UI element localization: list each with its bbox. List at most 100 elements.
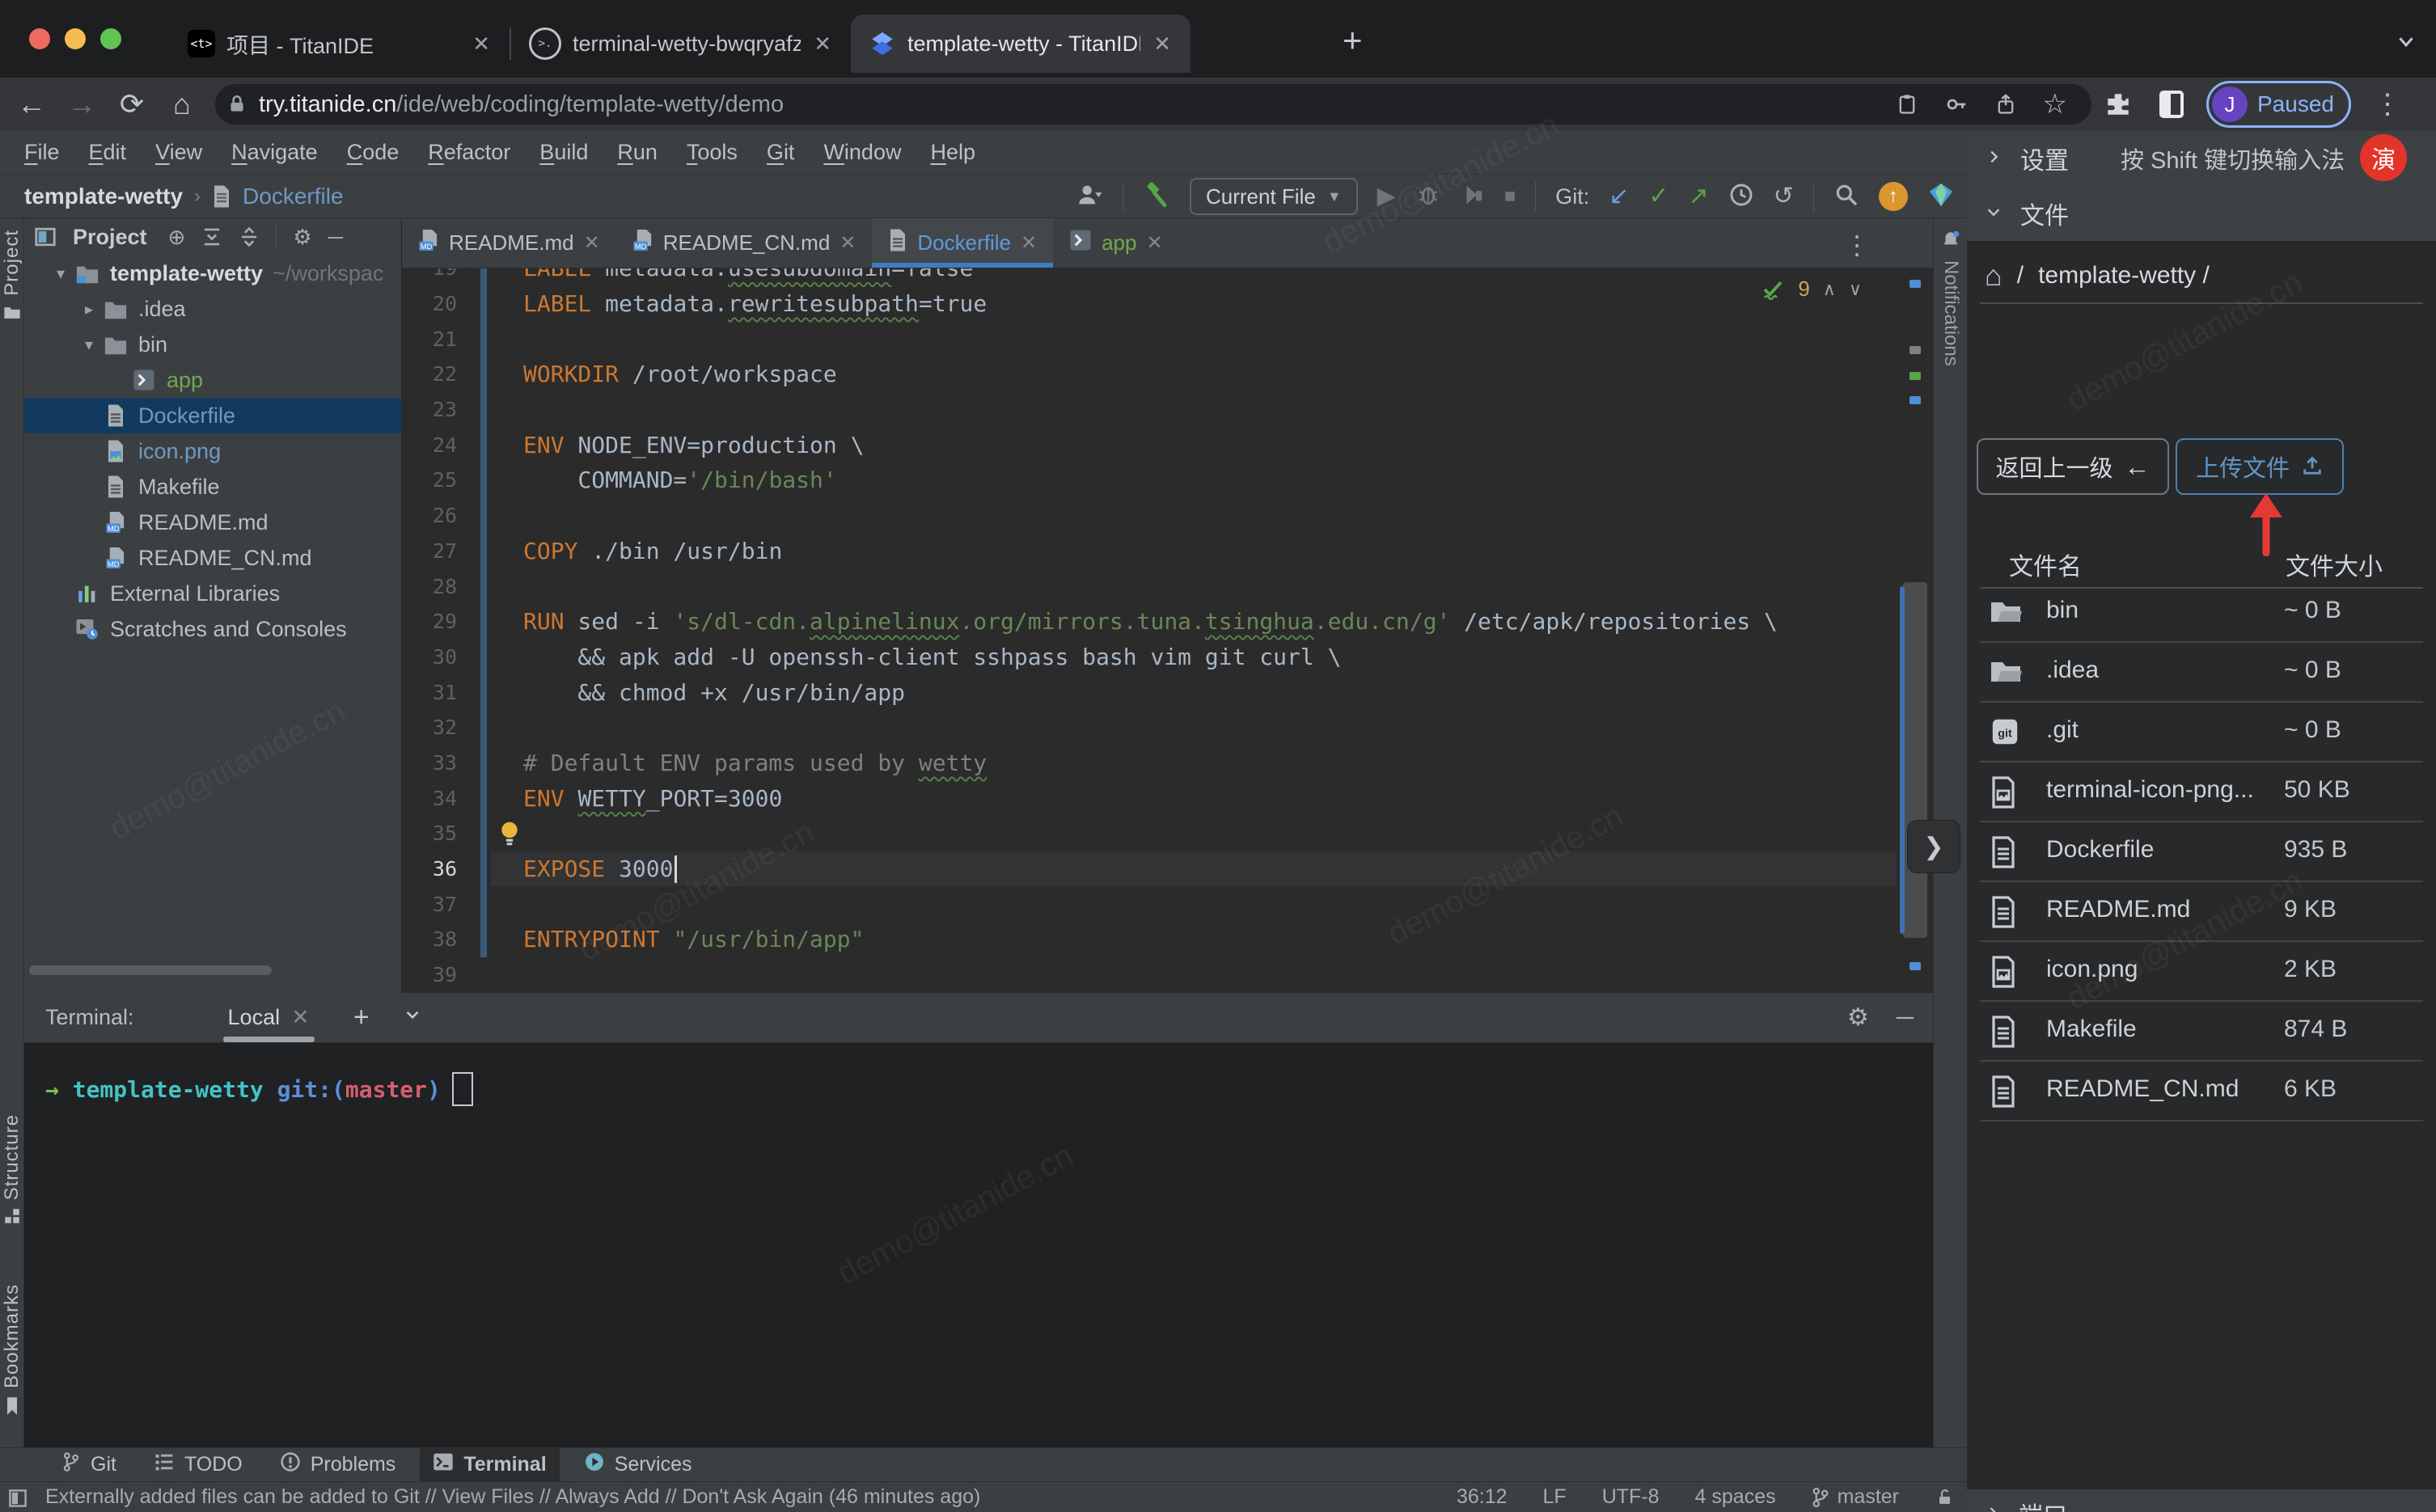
status-message[interactable]: Externally added files can be added to G…: [45, 1485, 980, 1509]
user-menu-icon[interactable]: [1076, 181, 1103, 213]
section-端口[interactable]: 端口: [1967, 1489, 2436, 1512]
close-icon[interactable]: ✕: [839, 231, 856, 255]
file-row-dockerfile[interactable]: Dockerfile 935 B: [1967, 822, 2436, 882]
code-line-39[interactable]: 39: [402, 957, 1897, 993]
home-button[interactable]: ⌂: [157, 87, 207, 121]
home-icon[interactable]: ⌂: [1985, 259, 2003, 293]
code-line-21[interactable]: 21: [402, 321, 1897, 357]
toolwindow-button-todo[interactable]: TODO: [141, 1448, 256, 1481]
forward-button[interactable]: →: [57, 87, 107, 121]
collapse-all-icon[interactable]: [239, 226, 260, 247]
profile-chip[interactable]: J Paused: [2206, 81, 2351, 128]
file-row--git[interactable]: git .git ~ 0 B: [1967, 703, 2436, 762]
reload-button[interactable]: ⟳: [107, 87, 157, 121]
back-parent-button[interactable]: 返回上一级 ←: [1977, 438, 2169, 495]
code-line-28[interactable]: 28: [402, 568, 1897, 604]
toolwindow-tab-notifications[interactable]: Notifications: [1934, 230, 1968, 366]
panel-expand-chevron[interactable]: ❯: [1907, 820, 1960, 873]
caret-position[interactable]: 36:12: [1457, 1485, 1508, 1509]
terminal-output[interactable]: → template-wetty git:(master): [24, 1043, 1933, 1106]
tree-item-icon-png[interactable]: icon.png: [24, 433, 401, 469]
editor-tab-dockerfile[interactable]: Dockerfile ✕: [872, 218, 1054, 268]
file-encoding[interactable]: UTF-8: [1602, 1485, 1660, 1509]
tree-item-external-libraries[interactable]: External Libraries: [24, 576, 401, 611]
browser-tab-2[interactable]: >. terminal-wetty-bwqryafz - Tita ✕: [511, 15, 851, 73]
stop-button[interactable]: ■: [1504, 187, 1516, 206]
project-panel-title[interactable]: Project: [73, 225, 147, 250]
project-tree-hscrollbar[interactable]: [29, 965, 272, 975]
share-icon[interactable]: [1994, 91, 2017, 117]
file-row-bin[interactable]: bin ~ 0 B: [1967, 583, 2436, 643]
toolwindow-tab-bookmarks[interactable]: Bookmarks: [0, 1284, 24, 1416]
tree-item-makefile[interactable]: Makefile: [24, 469, 401, 505]
file-row--idea[interactable]: .idea ~ 0 B: [1967, 643, 2436, 703]
close-icon[interactable]: ✕: [1021, 231, 1037, 255]
code-line-34[interactable]: 34 ENV WETTY _PORT=3000: [402, 780, 1897, 816]
browser-tab-3[interactable]: template-wetty - TitanIDE ✕: [851, 15, 1191, 73]
gear-icon[interactable]: ⚙: [293, 225, 311, 250]
tab-search-chevron-icon[interactable]: [2394, 29, 2418, 57]
code-line-27[interactable]: 27 COPY ./bin /usr/bin: [402, 534, 1897, 569]
menu-build[interactable]: Build: [528, 140, 599, 165]
browser-menu-icon[interactable]: ⋮: [2374, 88, 2401, 120]
tree-item-readme-cn-md[interactable]: MD README_CN.md: [24, 540, 401, 576]
menu-git[interactable]: Git: [755, 140, 806, 165]
clipboard-icon[interactable]: [1896, 91, 1918, 117]
breadcrumb-file[interactable]: Dockerfile: [243, 184, 343, 209]
editor-tab-readme-md[interactable]: MD README.md ✕: [402, 218, 616, 268]
toolwindow-tab-structure[interactable]: Structure: [0, 1114, 24, 1224]
run-coverage-icon[interactable]: [1461, 182, 1485, 212]
back-button[interactable]: ←: [6, 87, 57, 121]
toolwindow-button-problems[interactable]: Problems: [267, 1448, 409, 1481]
build-hammer-icon[interactable]: [1143, 181, 1170, 213]
tree-item-app[interactable]: app: [24, 362, 401, 398]
code-line-20[interactable]: 20 LABEL metadata. rewritesubpath =true: [402, 286, 1897, 322]
terminal-settings-gear-icon[interactable]: ⚙: [1847, 1003, 1869, 1032]
menu-view[interactable]: View: [144, 140, 214, 165]
code-line-19[interactable]: 19LABEL metadata.usesubdomain=false: [402, 268, 1897, 286]
menu-edit[interactable]: Edit: [78, 140, 138, 165]
upload-file-button[interactable]: 上传文件: [2176, 438, 2344, 495]
code-line-35[interactable]: 35: [402, 816, 1897, 851]
code-area[interactable]: 19LABEL metadata.usesubdomain=false 20 LAB…: [402, 268, 1897, 993]
code-line-37[interactable]: 37: [402, 886, 1897, 922]
code-line-32[interactable]: 32: [402, 710, 1897, 745]
git-branch-widget[interactable]: master: [1812, 1485, 1899, 1509]
tree-chevron-icon[interactable]: ▾: [49, 264, 73, 284]
extensions-puzzle-icon[interactable]: [2104, 91, 2132, 118]
editor-tab-app[interactable]: app ✕: [1053, 218, 1179, 268]
tree-item-dockerfile[interactable]: Dockerfile: [24, 398, 401, 433]
editor-tab-options-icon[interactable]: ⋮: [1844, 230, 1870, 260]
file-row-terminal-icon-png-[interactable]: terminal-icon-png... 50 KB: [1967, 762, 2436, 822]
code-line-24[interactable]: 24 ENV NODE_ENV=production \: [402, 427, 1897, 462]
status-window-icon[interactable]: [8, 1489, 27, 1508]
menu-help[interactable]: Help: [919, 140, 987, 165]
new-tab-button[interactable]: +: [1343, 21, 1363, 60]
history-clock-icon[interactable]: [1728, 182, 1754, 212]
code-line-22[interactable]: 22 WORKDIR /root/workspace: [402, 357, 1897, 392]
tree-item-template-wetty[interactable]: ▾ template-wetty ~/workspac: [24, 256, 401, 291]
line-ending[interactable]: LF: [1543, 1485, 1567, 1509]
search-everywhere-icon[interactable]: [1833, 182, 1859, 212]
update-available-icon[interactable]: ↑: [1878, 182, 1908, 211]
editor-tab-readme-cn-md[interactable]: MD README_CN.md ✕: [616, 218, 873, 268]
close-tab-icon[interactable]: ✕: [471, 32, 492, 57]
code-line-26[interactable]: 26: [402, 498, 1897, 534]
run-button[interactable]: ▶: [1377, 184, 1396, 209]
breadcrumb-project[interactable]: template-wetty: [24, 184, 183, 209]
menu-run[interactable]: Run: [606, 140, 669, 165]
code-line-29[interactable]: 29 RUN sed -i 's/dl-cdn. alpinelinux .org/m…: [402, 604, 1897, 640]
tree-item--idea[interactable]: ▸ .idea: [24, 291, 401, 327]
bookmark-star-icon[interactable]: ☆: [2043, 88, 2067, 120]
lightbulb-icon[interactable]: [497, 820, 522, 853]
file-row-readme-cn-md[interactable]: README_CN.md 6 KB: [1967, 1062, 2436, 1121]
toolwindow-tab-project[interactable]: Project: [0, 230, 24, 322]
hide-panel-icon[interactable]: ─: [328, 225, 343, 250]
debug-bug-icon[interactable]: [1415, 182, 1441, 212]
menu-tools[interactable]: Tools: [675, 140, 749, 165]
tree-item-scratches-and-consoles[interactable]: Scratches and Consoles: [24, 611, 401, 647]
key-icon[interactable]: [1944, 91, 1969, 117]
file-row-makefile[interactable]: Makefile 874 B: [1967, 1002, 2436, 1062]
tree-chevron-icon[interactable]: ▾: [77, 335, 101, 355]
toolwindow-button-services[interactable]: Services: [571, 1448, 705, 1481]
